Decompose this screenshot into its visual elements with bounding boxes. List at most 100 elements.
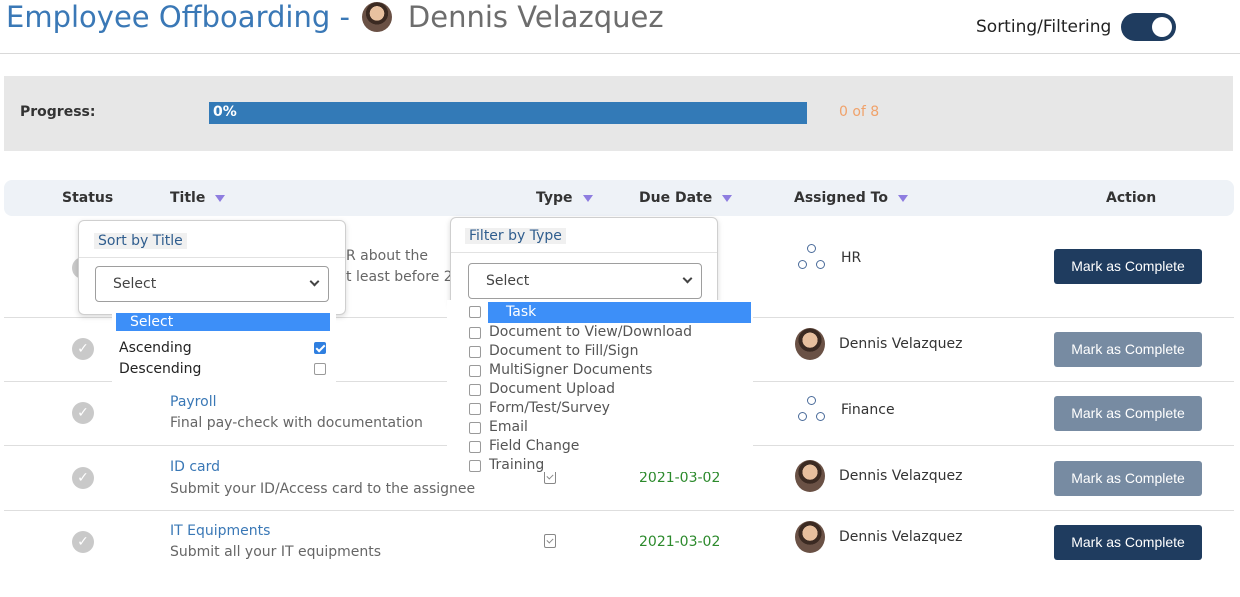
- divider: [79, 257, 345, 258]
- sort-option-select[interactable]: Select: [116, 313, 330, 331]
- task-title-link[interactable]: Payroll: [170, 394, 216, 410]
- task-description: Submit all your IT equipments: [170, 544, 382, 560]
- filter-checkbox[interactable]: [469, 403, 481, 415]
- clipboard-check-icon: [544, 534, 556, 548]
- avatar: [361, 2, 392, 32]
- assignee-name: Dennis Velazquez: [839, 468, 963, 484]
- assignee: Finance: [797, 395, 895, 425]
- filter-panel-title: Filter by Type: [465, 228, 566, 244]
- column-type-label: Type: [536, 190, 573, 206]
- sort-by-title-panel: Sort by Title Select: [78, 220, 346, 315]
- due-date: 2021-03-02: [639, 470, 721, 486]
- column-due-date[interactable]: Due Date: [639, 190, 733, 206]
- filter-options-list: Task Document to View/Download Document …: [447, 300, 753, 473]
- column-due-date-label: Due Date: [639, 190, 713, 206]
- toggle-label: Sorting/Filtering: [976, 17, 1112, 37]
- assignee: Dennis Velazquez: [795, 521, 962, 553]
- check-circle-icon[interactable]: ✓: [72, 467, 94, 489]
- sort-option-descending[interactable]: Descending: [119, 361, 201, 377]
- filter-checkbox[interactable]: [469, 384, 481, 396]
- filter-option[interactable]: Document Upload: [489, 381, 615, 397]
- task-description-partial: R about the: [346, 248, 428, 264]
- filter-checkbox[interactable]: [469, 306, 481, 318]
- caret-down-icon[interactable]: [215, 194, 226, 202]
- column-assigned-to[interactable]: Assigned To: [794, 190, 908, 206]
- divider: [451, 252, 717, 253]
- filter-checkbox[interactable]: [469, 365, 481, 377]
- check-circle-icon[interactable]: ✓: [72, 531, 94, 553]
- mark-complete-button[interactable]: Mark as Complete: [1054, 332, 1202, 367]
- filter-checkbox[interactable]: [469, 422, 481, 434]
- sorting-filtering-toggle[interactable]: [1121, 13, 1177, 41]
- page-header: Employee Offboarding - Dennis Velazquez …: [0, 0, 1240, 54]
- sort-select-value: Select: [113, 276, 157, 292]
- progress-count: 0 of 8: [839, 104, 880, 120]
- mark-complete-button[interactable]: Mark as Complete: [1054, 525, 1202, 560]
- filter-option[interactable]: Document to Fill/Sign: [489, 343, 638, 359]
- column-status-label: Status: [62, 190, 114, 206]
- filter-checkbox[interactable]: [469, 441, 481, 453]
- employee-name: Dennis Velazquez: [407, 0, 664, 34]
- filter-option[interactable]: Form/Test/Survey: [489, 400, 610, 416]
- check-circle-icon[interactable]: ✓: [72, 338, 94, 360]
- task-title-link[interactable]: IT Equipments: [170, 523, 270, 539]
- group-icon: [797, 395, 827, 425]
- mark-complete-button[interactable]: Mark as Complete: [1054, 396, 1202, 431]
- filter-option[interactable]: Document to View/Download: [489, 324, 692, 340]
- group-icon: [797, 243, 827, 273]
- task-description: Submit your ID/Access card to the assign…: [170, 481, 476, 497]
- column-assigned-to-label: Assigned To: [794, 190, 888, 206]
- caret-down-icon[interactable]: [722, 194, 733, 202]
- column-action: Action: [1106, 190, 1156, 206]
- filter-checkbox[interactable]: [469, 327, 481, 339]
- filter-option[interactable]: Email: [489, 419, 528, 435]
- filter-checkbox[interactable]: [469, 460, 481, 472]
- column-title-label: Title: [170, 190, 206, 206]
- table-header: Status Title Type Due Date Assigned To A…: [4, 180, 1234, 216]
- due-date: 2021-03-02: [639, 534, 721, 550]
- filter-checkbox[interactable]: [469, 346, 481, 358]
- sorting-filtering-toggle-group: Sorting/Filtering: [976, 13, 1177, 41]
- sort-select[interactable]: Select: [95, 266, 329, 302]
- filter-option[interactable]: Training: [489, 457, 544, 473]
- caret-down-icon[interactable]: [582, 194, 593, 202]
- filter-select-value: Select: [486, 273, 530, 289]
- chevron-down-icon: [682, 273, 693, 284]
- filter-select[interactable]: Select: [468, 263, 702, 299]
- page-title-text: Employee Offboarding -: [6, 0, 350, 34]
- filter-option[interactable]: MultiSigner Documents: [489, 362, 652, 378]
- avatar: [795, 460, 825, 492]
- sort-options-list: Select Ascending Descending: [112, 312, 336, 382]
- column-status: Status: [62, 190, 113, 206]
- assignee-name: Finance: [841, 402, 895, 418]
- sort-option-ascending[interactable]: Ascending: [119, 340, 192, 356]
- toggle-knob: [1152, 17, 1173, 37]
- clipboard-check-icon: [544, 470, 556, 484]
- column-action-label: Action: [1106, 190, 1157, 206]
- filter-option[interactable]: Field Change: [489, 438, 579, 454]
- sort-panel-title: Sort by Title: [94, 233, 187, 249]
- task-description-partial: t least before 2: [346, 269, 453, 285]
- filter-option-task[interactable]: Task: [488, 302, 751, 323]
- assignee-name: Dennis Velazquez: [839, 529, 963, 545]
- check-circle-icon[interactable]: ✓: [72, 402, 94, 424]
- avatar: [795, 521, 825, 553]
- progress-bar: 0%: [209, 102, 807, 124]
- filter-by-type-panel: Filter by Type Select: [450, 217, 718, 307]
- caret-down-icon[interactable]: [898, 194, 908, 202]
- column-title[interactable]: Title: [170, 190, 226, 206]
- mark-complete-button[interactable]: Mark as Complete: [1054, 461, 1202, 496]
- avatar: [795, 328, 825, 360]
- assignee-name: Dennis Velazquez: [839, 336, 963, 352]
- task-title-link[interactable]: ID card: [170, 459, 220, 475]
- table-row: ✓ IT Equipments Submit all your IT equip…: [4, 511, 1234, 575]
- mark-complete-button[interactable]: Mark as Complete: [1054, 249, 1202, 284]
- progress-panel: Progress: 0% 0 of 8: [4, 76, 1233, 151]
- task-description: Final pay-check with documentation: [170, 415, 423, 431]
- ascending-checkbox[interactable]: [314, 342, 326, 354]
- chevron-down-icon: [309, 276, 320, 287]
- assignee: HR: [797, 243, 861, 273]
- descending-checkbox[interactable]: [314, 363, 326, 375]
- assignee: Dennis Velazquez: [795, 328, 962, 360]
- column-type[interactable]: Type: [536, 190, 593, 206]
